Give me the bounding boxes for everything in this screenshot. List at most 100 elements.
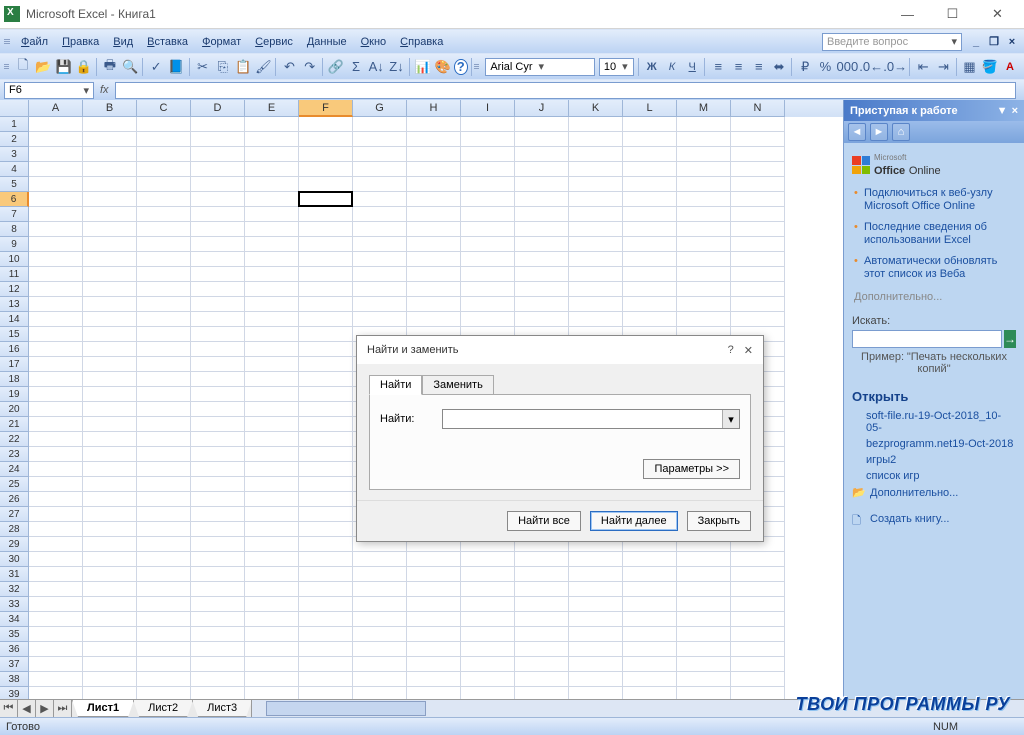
hyperlink-icon[interactable]: 🔗	[327, 56, 345, 78]
underline-icon[interactable]: Ч	[683, 56, 701, 78]
dialog-titlebar[interactable]: Найти и заменить ? ✕	[357, 336, 763, 364]
row-header-7[interactable]: 7	[0, 207, 29, 222]
select-all-cells[interactable]	[0, 100, 29, 117]
dialog-help-icon[interactable]: ?	[728, 344, 734, 357]
open-more-link[interactable]: 📂Дополнительно...	[852, 486, 1016, 500]
copy-icon[interactable]: ⎘	[214, 56, 232, 78]
row-header-23[interactable]: 23	[0, 447, 29, 462]
column-header-M[interactable]: M	[677, 100, 731, 117]
workbook-minimize[interactable]: _	[968, 34, 984, 50]
tab-find[interactable]: Найти	[369, 375, 422, 395]
row-header-22[interactable]: 22	[0, 432, 29, 447]
font-size-combo[interactable]: 10▾	[599, 58, 634, 76]
row-header-30[interactable]: 30	[0, 552, 29, 567]
row-header-36[interactable]: 36	[0, 642, 29, 657]
row-header-17[interactable]: 17	[0, 357, 29, 372]
name-box[interactable]: F6▾	[4, 82, 94, 99]
recent-file-3[interactable]: список игр	[866, 470, 1016, 482]
row-header-12[interactable]: 12	[0, 282, 29, 297]
align-left-icon[interactable]: ≡	[709, 56, 727, 78]
column-header-J[interactable]: J	[515, 100, 569, 117]
row-header-1[interactable]: 1	[0, 117, 29, 132]
help-question-box[interactable]: Введите вопрос ▾	[822, 33, 962, 51]
menu-вид[interactable]: Вид	[106, 32, 140, 52]
italic-icon[interactable]: К	[663, 56, 681, 78]
column-header-L[interactable]: L	[623, 100, 677, 117]
column-header-K[interactable]: K	[569, 100, 623, 117]
column-header-A[interactable]: A	[29, 100, 83, 117]
search-go-button[interactable]: →	[1004, 330, 1016, 348]
row-header-13[interactable]: 13	[0, 297, 29, 312]
taskpane-dropdown-icon[interactable]: ▼	[997, 105, 1008, 117]
taskpane-link-2[interactable]: Автоматически обновлять этот список из В…	[864, 255, 1016, 281]
row-header-34[interactable]: 34	[0, 612, 29, 627]
nav-home-icon[interactable]: ⌂	[892, 123, 910, 141]
row-header-25[interactable]: 25	[0, 477, 29, 492]
column-header-G[interactable]: G	[353, 100, 407, 117]
currency-icon[interactable]: ₽	[796, 56, 814, 78]
fill-color-icon[interactable]: 🪣	[981, 56, 999, 78]
paste-icon[interactable]: 📋	[234, 56, 252, 78]
find-history-dropdown[interactable]: ▾	[722, 410, 739, 428]
row-header-32[interactable]: 32	[0, 582, 29, 597]
taskpane-link-0[interactable]: Подключиться к веб-узлу Microsoft Office…	[864, 187, 1016, 213]
autosum-icon[interactable]: Σ	[347, 56, 365, 78]
research-icon[interactable]: 📘	[167, 56, 185, 78]
spellcheck-icon[interactable]: ✓	[147, 56, 165, 78]
row-header-3[interactable]: 3	[0, 147, 29, 162]
row-header-26[interactable]: 26	[0, 492, 29, 507]
maximize-button[interactable]: ☐	[930, 0, 975, 29]
sort-desc-icon[interactable]: Z↓	[387, 56, 405, 78]
more-link[interactable]: Дополнительно...	[854, 291, 1016, 303]
menu-данные[interactable]: Данные	[300, 32, 354, 52]
bold-icon[interactable]: Ж	[643, 56, 661, 78]
close-button[interactable]: ✕	[975, 0, 1020, 29]
row-header-20[interactable]: 20	[0, 402, 29, 417]
save-icon[interactable]: 💾	[54, 56, 72, 78]
row-header-8[interactable]: 8	[0, 222, 29, 237]
workbook-close[interactable]: ×	[1004, 34, 1020, 50]
recent-file-1[interactable]: bezprogramm.net19-Oct-2018	[866, 438, 1016, 450]
sheet-tab-Лист1[interactable]: Лист1	[72, 700, 134, 717]
toolbar-grip[interactable]	[4, 33, 10, 51]
tab-nav-prev[interactable]: ◀	[18, 700, 36, 717]
row-header-31[interactable]: 31	[0, 567, 29, 582]
print-icon[interactable]: 🖶	[101, 56, 119, 78]
menu-окно[interactable]: Окно	[354, 32, 394, 52]
drawing-icon[interactable]: 🎨	[434, 56, 452, 78]
sheet-tab-Лист3[interactable]: Лист3	[192, 700, 252, 717]
toolbar-grip[interactable]	[474, 58, 479, 76]
row-header-29[interactable]: 29	[0, 537, 29, 552]
sort-asc-icon[interactable]: A↓	[367, 56, 385, 78]
menu-вставка[interactable]: Вставка	[140, 32, 195, 52]
tab-nav-last[interactable]: ⏭	[54, 700, 72, 717]
row-header-14[interactable]: 14	[0, 312, 29, 327]
toolbar-grip[interactable]	[4, 58, 9, 76]
row-header-5[interactable]: 5	[0, 177, 29, 192]
row-header-35[interactable]: 35	[0, 627, 29, 642]
row-header-38[interactable]: 38	[0, 672, 29, 687]
tab-replace[interactable]: Заменить	[422, 375, 493, 395]
row-header-4[interactable]: 4	[0, 162, 29, 177]
format-painter-icon[interactable]: 🖌	[254, 56, 272, 78]
row-header-9[interactable]: 9	[0, 237, 29, 252]
column-header-H[interactable]: H	[407, 100, 461, 117]
chart-icon[interactable]: 📊	[413, 56, 431, 78]
row-header-2[interactable]: 2	[0, 132, 29, 147]
undo-icon[interactable]: ↶	[280, 56, 298, 78]
row-header-10[interactable]: 10	[0, 252, 29, 267]
row-header-18[interactable]: 18	[0, 372, 29, 387]
column-header-F[interactable]: F	[299, 100, 353, 117]
row-header-27[interactable]: 27	[0, 507, 29, 522]
row-header-11[interactable]: 11	[0, 267, 29, 282]
menu-файл[interactable]: Файл	[14, 32, 55, 52]
increase-indent-icon[interactable]: ⇥	[934, 56, 952, 78]
dialog-close-icon[interactable]: ✕	[744, 344, 753, 357]
borders-icon[interactable]: ▦	[960, 56, 978, 78]
row-header-15[interactable]: 15	[0, 327, 29, 342]
column-header-N[interactable]: N	[731, 100, 785, 117]
find-all-button[interactable]: Найти все	[507, 511, 581, 531]
comma-icon[interactable]: 000	[836, 56, 858, 78]
sheet-tab-Лист2[interactable]: Лист2	[133, 700, 193, 717]
taskpane-link-1[interactable]: Последние сведения об использовании Exce…	[864, 221, 1016, 247]
